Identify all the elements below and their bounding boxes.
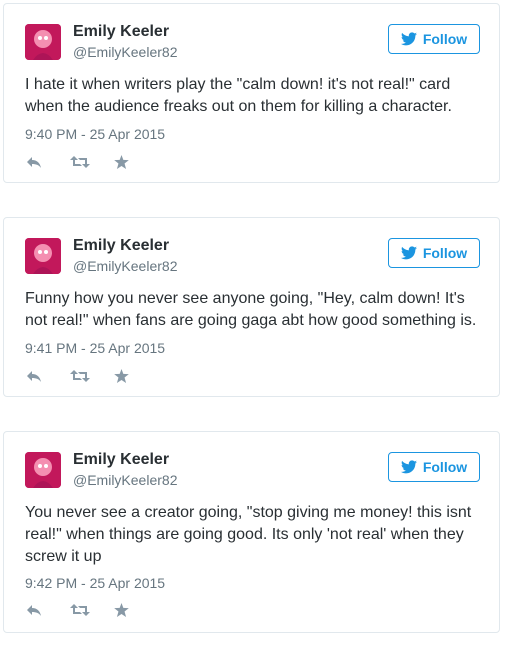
favorite-button[interactable] <box>114 602 158 618</box>
retweet-icon <box>70 370 90 382</box>
tweet-timestamp[interactable]: 9:41 PM - 25 Apr 2015 <box>25 340 165 356</box>
follow-button[interactable]: Follow <box>388 452 480 482</box>
retweet-button[interactable] <box>70 602 114 618</box>
twitter-bird-icon <box>400 32 417 46</box>
retweet-button[interactable] <box>70 368 114 384</box>
favorite-star-icon <box>114 155 129 169</box>
author-name[interactable]: Emily Keeler <box>73 451 169 469</box>
avatar[interactable] <box>25 452 61 488</box>
favorite-button[interactable] <box>114 154 158 170</box>
tweet-card: Emily Keeler @EmilyKeeler82 Follow Funny… <box>3 217 500 397</box>
tweet-timestamp[interactable]: 9:40 PM - 25 Apr 2015 <box>25 126 165 142</box>
follow-label: Follow <box>422 31 468 47</box>
favorite-star-icon <box>114 603 129 617</box>
follow-button[interactable]: Follow <box>388 238 480 268</box>
tweet-text: Funny how you never see anyone going, "H… <box>25 290 477 329</box>
retweet-icon <box>70 156 90 168</box>
twitter-bird-icon <box>400 460 417 474</box>
author-handle[interactable]: @EmilyKeeler82 <box>73 258 177 274</box>
author-handle[interactable]: @EmilyKeeler82 <box>73 472 177 488</box>
author-name[interactable]: Emily Keeler <box>73 237 169 255</box>
reply-button[interactable] <box>26 602 70 618</box>
retweet-icon <box>70 604 90 616</box>
tweet-actions <box>26 602 158 618</box>
avatar[interactable] <box>25 24 61 60</box>
follow-button[interactable]: Follow <box>388 24 480 54</box>
tweet-card: Emily Keeler @EmilyKeeler82 Follow You n… <box>3 431 500 633</box>
twitter-bird-icon <box>400 246 417 260</box>
tweet-text: You never see a creator going, "stop giv… <box>25 504 472 565</box>
retweet-button[interactable] <box>70 154 114 170</box>
tweet-actions <box>26 368 158 384</box>
author-handle[interactable]: @EmilyKeeler82 <box>73 44 177 60</box>
avatar[interactable] <box>25 238 61 274</box>
reply-icon <box>27 605 41 616</box>
reply-button[interactable] <box>26 154 70 170</box>
tweet-actions <box>26 154 158 170</box>
reply-icon <box>27 371 41 382</box>
favorite-button[interactable] <box>114 368 158 384</box>
tweet-card: Emily Keeler @EmilyKeeler82 Follow I hat… <box>3 3 500 183</box>
follow-label: Follow <box>422 459 468 475</box>
favorite-star-icon <box>114 369 129 383</box>
tweet-timestamp[interactable]: 9:42 PM - 25 Apr 2015 <box>25 575 165 591</box>
reply-icon <box>27 157 41 168</box>
reply-button[interactable] <box>26 368 70 384</box>
author-name[interactable]: Emily Keeler <box>73 23 169 41</box>
tweet-text: I hate it when writers play the "calm do… <box>25 76 452 115</box>
follow-label: Follow <box>422 245 468 261</box>
